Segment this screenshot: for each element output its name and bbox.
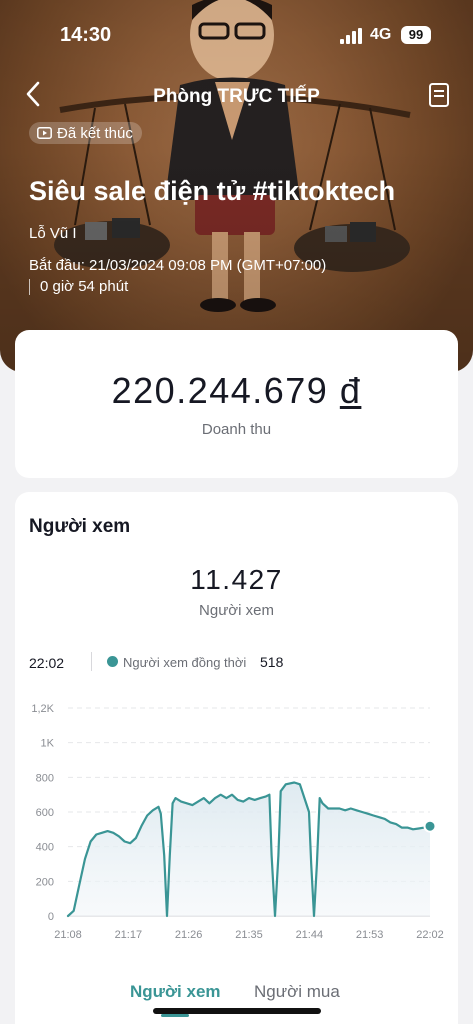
battery-icon: 99 bbox=[401, 26, 431, 44]
series-legend-dot bbox=[107, 656, 118, 667]
viewer-total-label: Người xem bbox=[199, 602, 274, 619]
x-tick-label: 21:53 bbox=[356, 929, 384, 941]
y-tick-label: 1K bbox=[41, 738, 55, 750]
y-tick-label: 1,2K bbox=[31, 703, 54, 715]
video-play-icon bbox=[37, 127, 52, 139]
concurrent-viewers-chart[interactable]: 0 200 400 600 800 1K 1,2K 21:08 21:17 21:26 21:35 2… bbox=[15, 692, 458, 952]
live-duration: 0 giờ 54 phút bbox=[29, 278, 128, 295]
revenue-number: 220.244.679 bbox=[111, 370, 329, 411]
y-tick-label: 800 bbox=[36, 772, 54, 784]
live-title: Siêu sale điện tử #tiktoktech bbox=[29, 176, 396, 206]
revenue-amount: 220.244.679 đ bbox=[15, 370, 458, 412]
tooltip-series-label: Người xem đồng thời bbox=[123, 655, 247, 670]
x-tick-label: 21:44 bbox=[296, 929, 324, 941]
y-tick-label: 0 bbox=[48, 911, 54, 923]
y-tick-label: 400 bbox=[36, 842, 54, 854]
last-point-marker bbox=[423, 819, 437, 833]
chart-tabs: Người xem Người mua bbox=[15, 982, 458, 1022]
active-tab-indicator bbox=[161, 1014, 189, 1017]
page-title: Phòng TRỰC TIẾP bbox=[153, 86, 320, 107]
tooltip-divider bbox=[91, 652, 92, 671]
start-time: Bắt đầu: 21/03/2024 09:08 PM (GMT+07:00) bbox=[29, 257, 327, 274]
x-tick-label: 21:17 bbox=[115, 929, 143, 941]
network-type: 4G bbox=[370, 26, 392, 43]
tooltip-time: 22:02 bbox=[29, 655, 65, 671]
viewer-total: 11.427 bbox=[190, 564, 283, 595]
report-button[interactable] bbox=[426, 82, 452, 108]
series-area bbox=[68, 782, 430, 916]
y-tick-label: 200 bbox=[36, 876, 54, 888]
viewer-section-title: Người xem bbox=[29, 516, 131, 537]
duration-divider bbox=[29, 278, 30, 295]
host-name: Lỗ Vũ I bbox=[29, 225, 77, 242]
x-tick-label: 21:35 bbox=[235, 929, 263, 941]
x-tick-label: 21:08 bbox=[54, 929, 82, 941]
live-status-label: Đã kết thúc bbox=[57, 124, 133, 142]
back-button[interactable] bbox=[22, 80, 46, 108]
tab-buyers[interactable]: Người mua bbox=[254, 982, 340, 1002]
viewer-card: Người xem 11.427 Người xem 22:02 Người x… bbox=[15, 492, 458, 1024]
revenue-card: 220.244.679 đ Doanh thu bbox=[15, 330, 458, 478]
revenue-label: Doanh thu bbox=[201, 421, 272, 438]
x-tick-label: 21:26 bbox=[175, 929, 203, 941]
currency-symbol: đ bbox=[339, 370, 362, 411]
tab-viewers[interactable]: Người xem bbox=[130, 982, 221, 1002]
duration-text: 0 giờ 54 phút bbox=[40, 278, 129, 295]
live-status-badge: Đã kết thúc bbox=[29, 122, 142, 144]
tooltip-value: 518 bbox=[260, 654, 284, 670]
signal-strength-icon bbox=[340, 28, 362, 44]
home-indicator bbox=[153, 1008, 321, 1014]
status-time: 14:30 bbox=[60, 24, 112, 46]
status-bar: 14:30 4G 99 bbox=[0, 0, 473, 64]
x-tick-label: 22:02 bbox=[416, 929, 444, 941]
y-tick-label: 600 bbox=[36, 807, 54, 819]
